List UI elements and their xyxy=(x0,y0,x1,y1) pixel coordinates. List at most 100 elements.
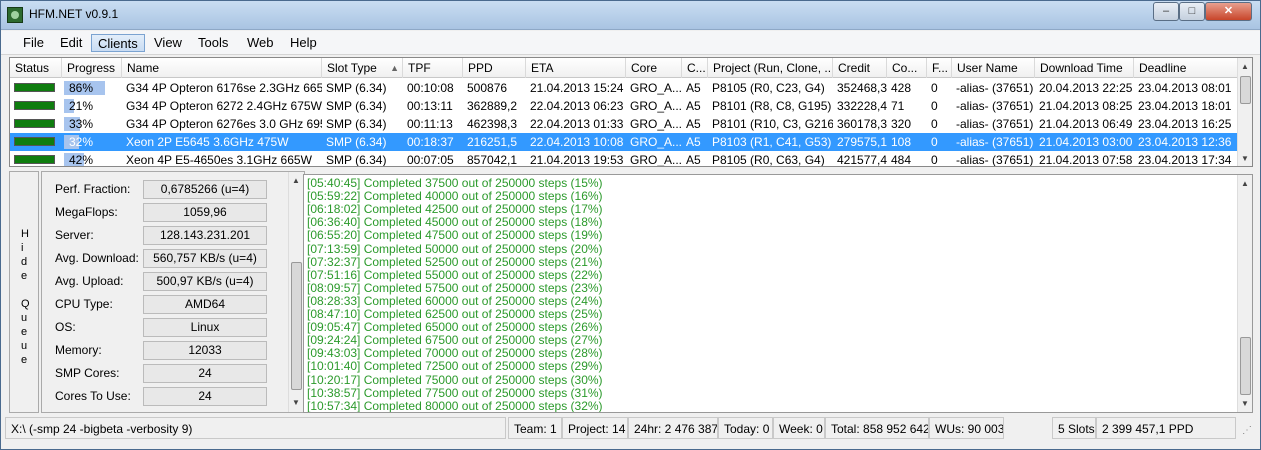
col-tpf[interactable]: TPF xyxy=(403,58,463,78)
info-scroll-down-icon[interactable]: ▼ xyxy=(292,398,300,407)
progress-text: 86% xyxy=(69,81,94,95)
info-value: 500,97 KB/s (u=4) xyxy=(143,272,267,291)
info-value: Linux xyxy=(143,318,267,337)
info-scroll-thumb[interactable] xyxy=(291,262,302,390)
hide-queue-button[interactable]: HideQueue xyxy=(9,171,39,413)
cell-slot: SMP (6.34) xyxy=(326,81,387,95)
cell-tpf: 00:07:05 xyxy=(407,153,454,167)
info-scroll-up-icon[interactable]: ▲ xyxy=(292,176,300,185)
table-row[interactable]: 21% G34 4P Opteron 6272 2.4GHz 675Watt SMP… xyxy=(10,97,1239,115)
log-line: [07:51:16] Completed 55000 out of 250000… xyxy=(307,267,603,282)
progress-cell: 33% xyxy=(64,117,112,131)
menu-tools[interactable]: Tools xyxy=(192,34,234,52)
menu-web[interactable]: Web xyxy=(241,34,280,52)
info-value: AMD64 xyxy=(143,295,267,314)
status-indicator xyxy=(14,83,55,92)
cell-co: 428 xyxy=(891,81,912,95)
grid-scrollbar[interactable]: ▲ ▼ xyxy=(1237,58,1252,166)
col-download-time[interactable]: Download Time xyxy=(1035,58,1134,78)
scroll-up-icon[interactable]: ▲ xyxy=(1241,62,1249,71)
col-status[interactable]: Status xyxy=(10,58,62,78)
info-value: 0,6785266 (u=4) xyxy=(143,180,267,199)
cell-project: P8105 (R0, C63, G4) xyxy=(712,153,825,167)
status-team: Team: 1 xyxy=(508,417,562,439)
progress-cell: 21% xyxy=(64,99,112,113)
log-scroll-thumb[interactable] xyxy=(1240,337,1251,395)
cell-ppd: 500876 xyxy=(467,81,508,95)
info-value: 128.143.231.201 xyxy=(143,226,267,245)
log-line: [07:13:59] Completed 50000 out of 250000… xyxy=(307,241,603,256)
menu-clients[interactable]: Clients xyxy=(91,34,145,52)
progress-text: 42% xyxy=(69,153,94,167)
info-label: CPU Type: xyxy=(55,297,113,311)
info-label: Memory: xyxy=(55,343,102,357)
col-user-name[interactable]: User Name xyxy=(952,58,1035,78)
table-row[interactable]: 32% Xeon 2P E5645 3.6GHz 475W SMP (6.34) 00… xyxy=(10,133,1239,151)
maximize-button[interactable]: □ xyxy=(1179,2,1205,21)
info-value: 12033 xyxy=(143,341,267,360)
cell-core: GRO_A... xyxy=(630,135,682,149)
table-row[interactable]: 42% Xeon 4P E5-4650es 3.1GHz 665W SMP (6.3… xyxy=(10,151,1239,167)
col-completed[interactable]: Co... xyxy=(887,58,927,78)
hide-queue-letter: d xyxy=(21,256,28,268)
cell-tpf: 00:10:08 xyxy=(407,81,454,95)
col-core-id[interactable]: C... xyxy=(682,58,708,78)
col-deadline[interactable]: Deadline xyxy=(1134,58,1239,78)
cell-tpf: 00:11:13 xyxy=(407,117,453,131)
cell-deadline: 23.04.2013 12:36 xyxy=(1138,135,1232,149)
minimize-button[interactable]: – xyxy=(1153,2,1179,21)
col-failed[interactable]: F... xyxy=(927,58,952,78)
log-scroll-up-icon[interactable]: ▲ xyxy=(1241,179,1249,188)
col-eta[interactable]: ETA xyxy=(526,58,626,78)
cell-deadline: 23.04.2013 17:34 xyxy=(1138,153,1232,167)
info-value: 24 xyxy=(143,364,267,383)
info-label: Cores To Use: xyxy=(55,389,131,403)
col-credit[interactable]: Credit xyxy=(833,58,887,78)
scroll-down-icon[interactable]: ▼ xyxy=(1241,154,1249,163)
menu-edit[interactable]: Edit xyxy=(54,34,88,52)
info-value: 1059,96 xyxy=(143,203,267,222)
col-ppd[interactable]: PPD xyxy=(463,58,526,78)
cell-co: 320 xyxy=(891,117,912,131)
cell-slot: SMP (6.34) xyxy=(326,153,387,167)
cell-slot: SMP (6.34) xyxy=(326,135,387,149)
log-line: [05:40:45] Completed 37500 out of 250000… xyxy=(307,176,603,190)
info-scrollbar[interactable]: ▲ ▼ xyxy=(288,172,303,412)
resize-grip-icon[interactable]: ⋰ xyxy=(1242,425,1252,436)
progress-cell: 42% xyxy=(64,153,112,167)
hide-queue-letter: u xyxy=(21,312,28,324)
log-viewer[interactable]: ▲ ▼ [05:40:45] Completed 37500 out of 25… xyxy=(303,174,1253,413)
grid-scroll-thumb[interactable] xyxy=(1240,76,1251,104)
col-name[interactable]: Name xyxy=(122,58,322,78)
status-project: Project: 14 xyxy=(562,417,628,439)
status-indicator xyxy=(14,137,55,146)
grid-header: Status Progress Name Slot Type ▲ TPF PPD … xyxy=(10,58,1239,78)
col-core[interactable]: Core xyxy=(626,58,682,78)
cell-eta: 21.04.2013 19:53 xyxy=(530,153,624,167)
hide-queue-letter: e xyxy=(21,270,28,282)
cell-tpf: 00:18:37 xyxy=(407,135,454,149)
status-slots: 5 Slots xyxy=(1052,417,1096,439)
info-label: SMP Cores: xyxy=(55,366,120,380)
title-bar[interactable]: HFM.NET v0.9.1 – □ ✕ xyxy=(1,1,1260,30)
log-scroll-down-icon[interactable]: ▼ xyxy=(1241,399,1249,408)
col-slot-type[interactable]: Slot Type ▲ xyxy=(322,58,403,78)
log-line: [10:01:40] Completed 72500 out of 250000… xyxy=(307,359,603,374)
slots-grid[interactable]: Status Progress Name Slot Type ▲ TPF PPD … xyxy=(9,57,1253,167)
info-value: 560,757 KB/s (u=4) xyxy=(143,249,267,268)
table-row[interactable]: 33% G34 4P Opteron 6276es 3.0 GHz 695... S… xyxy=(10,115,1239,133)
log-line: [08:28:33] Completed 60000 out of 250000… xyxy=(307,293,603,308)
cell-co: 484 xyxy=(891,153,912,167)
col-progress[interactable]: Progress xyxy=(62,58,122,78)
menu-help[interactable]: Help xyxy=(284,34,323,52)
queue-info-panel: ▲ ▼ Perf. Fraction: 0,6785266 (u=4) MegaFl… xyxy=(41,171,305,413)
table-row[interactable]: 86% G34 4P Opteron 6176se 2.3GHz 665 ... S… xyxy=(10,79,1239,97)
cell-deadline: 23.04.2013 08:01 xyxy=(1138,81,1232,95)
close-button[interactable]: ✕ xyxy=(1205,2,1252,21)
menu-file[interactable]: File xyxy=(17,34,50,52)
log-scrollbar[interactable]: ▲ ▼ xyxy=(1237,175,1252,412)
menu-view[interactable]: View xyxy=(148,34,188,52)
col-project[interactable]: Project (Run, Clone, ... xyxy=(708,58,833,78)
cell-f: 0 xyxy=(931,99,938,113)
log-line: [08:09:57] Completed 57500 out of 250000… xyxy=(307,280,603,295)
